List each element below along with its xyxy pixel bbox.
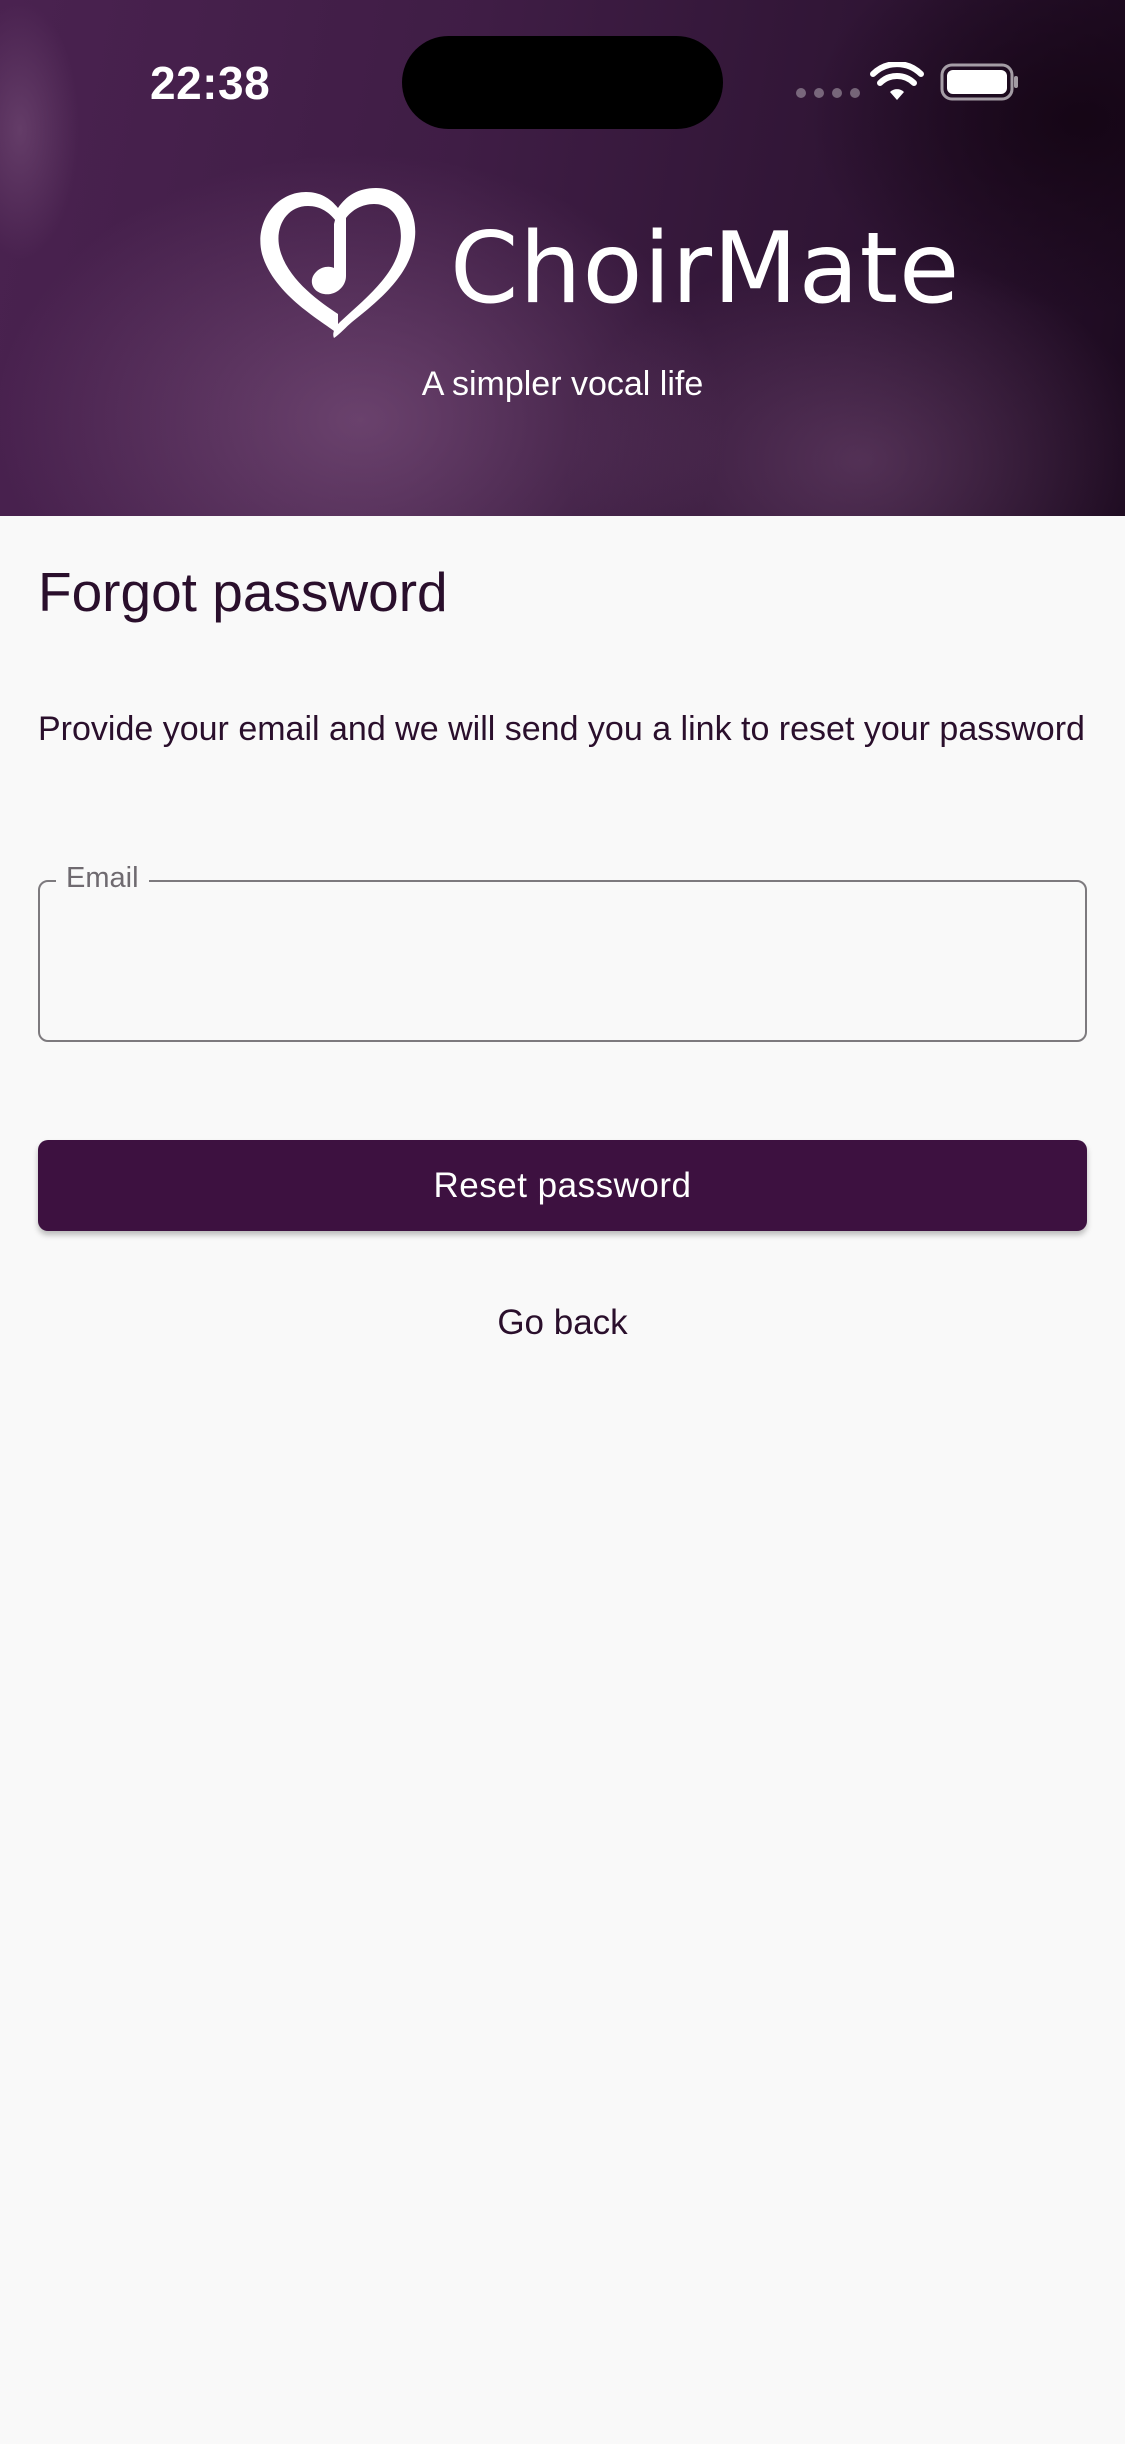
brand-name: ChoirMate — [450, 212, 961, 326]
battery-icon — [940, 63, 1018, 101]
instructions-text: Provide your email and we will send you … — [38, 710, 1085, 748]
header-glow — [0, 0, 80, 260]
email-input[interactable] — [58, 935, 1068, 995]
tagline: A simpler vocal life — [421, 365, 704, 403]
wifi-icon — [870, 62, 924, 100]
email-field-label: Email — [56, 862, 149, 895]
page-title: Forgot password — [38, 561, 448, 623]
dynamic-island — [402, 36, 723, 129]
go-back-link[interactable]: Go back — [0, 1303, 1125, 1343]
header-banner: 22:38 ChoirMate A simpler vocal life — [0, 0, 1125, 516]
status-time: 22:38 — [150, 57, 271, 109]
forgot-password-screen: 22:38 ChoirMate A simpler vocal life For… — [0, 0, 1125, 2444]
heart-music-note-icon — [260, 188, 416, 338]
reset-password-button[interactable]: Reset password — [38, 1140, 1087, 1231]
cellular-dots-icon — [796, 88, 860, 98]
